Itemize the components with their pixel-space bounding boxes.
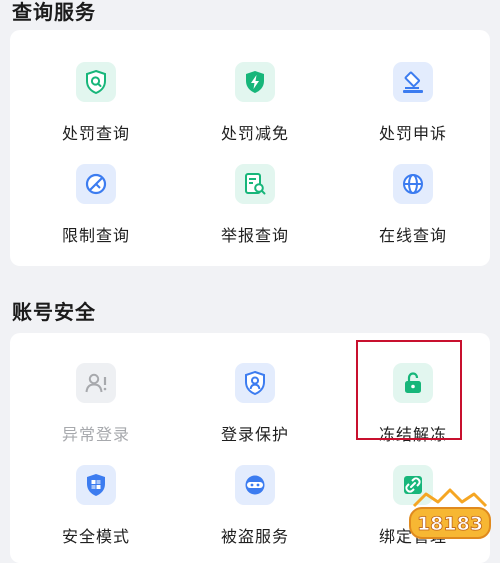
section-title-query: 查询服务 [12,0,96,24]
stolen-account-service-button[interactable]: 被盗服务 [200,465,310,561]
watermark-logo: 18183 [409,488,491,539]
report-query-button[interactable]: 举报查询 [200,164,310,260]
tile-label: 安全模式 [61,527,130,546]
penalty-appeal-button[interactable]: 处罚申诉 [358,62,468,158]
ninja-icon [235,465,275,505]
user-shield-icon [235,363,275,403]
shield-lightning-icon [235,62,275,102]
tile-label: 异常登录 [61,425,130,444]
penalty-query-button[interactable]: 处罚查询 [41,62,151,158]
highlight-box [356,340,462,440]
shield-search-icon [76,62,116,102]
online-query-button[interactable]: 在线查询 [358,164,468,260]
tile-label: 登录保护 [220,425,289,444]
watermark-text: 18183 [417,513,483,535]
user-alert-icon [76,363,116,403]
tile-label: 处罚申诉 [378,124,447,143]
login-protection-button[interactable]: 登录保护 [200,363,310,459]
gavel-icon [393,62,433,102]
section-title-account: 账号安全 [12,300,96,324]
tile-label: 在线查询 [378,226,447,245]
safe-mode-button[interactable]: 安全模式 [41,465,151,561]
tile-label: 举报查询 [220,226,289,245]
tile-label: 处罚减免 [220,124,289,143]
query-services-card: 处罚查询 处罚减免 处罚申诉 限制查询 举报查询 在线查询 [10,30,490,266]
penalty-reduction-button[interactable]: 处罚减免 [200,62,310,158]
report-search-icon [235,164,275,204]
tile-label: 被盗服务 [220,527,289,546]
tile-label: 处罚查询 [61,124,130,143]
restriction-icon [76,164,116,204]
tile-label: 限制查询 [61,226,130,245]
shield-grid-icon [76,465,116,505]
abnormal-login-button[interactable]: 异常登录 [41,363,151,459]
globe-icon [393,164,433,204]
restriction-query-button[interactable]: 限制查询 [41,164,151,260]
